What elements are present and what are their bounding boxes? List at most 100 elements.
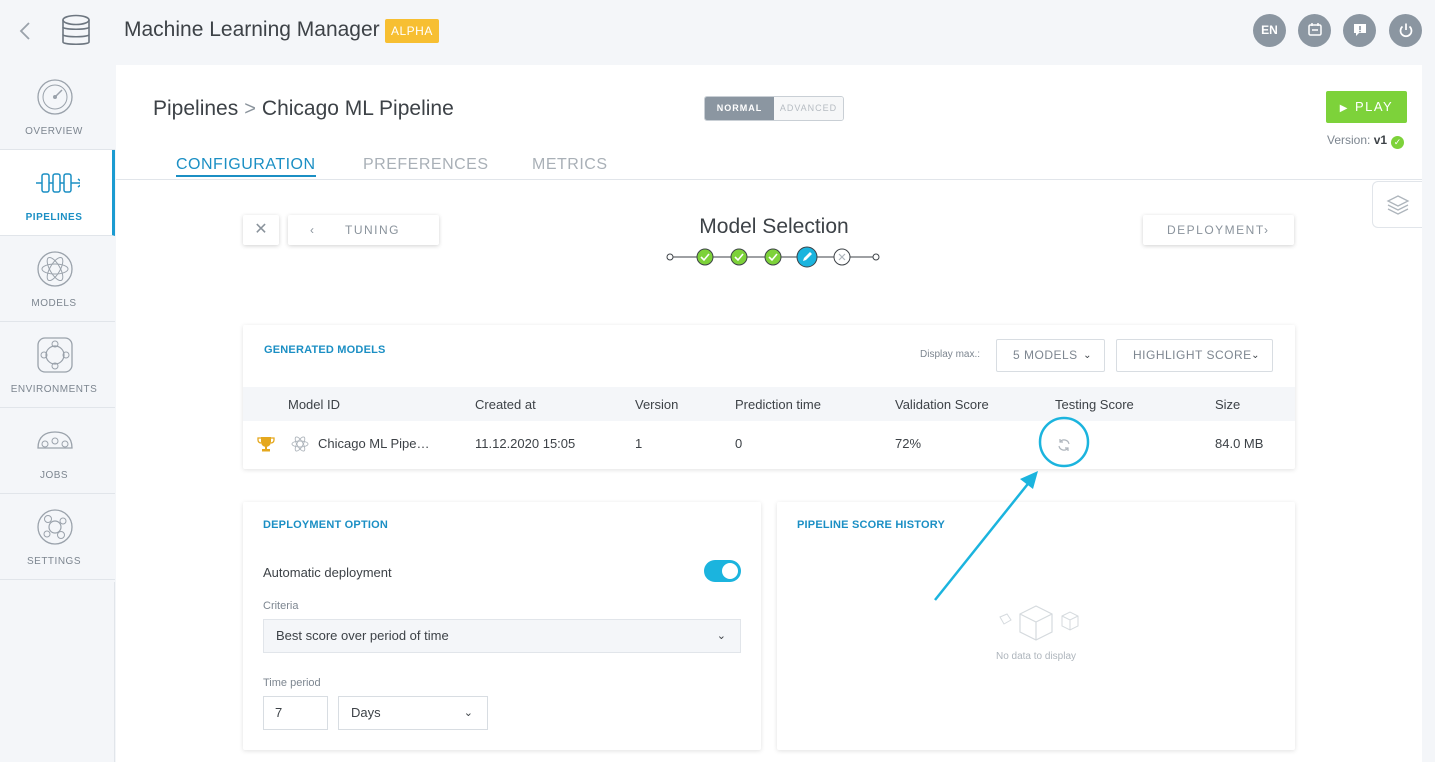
version-value: v1: [1373, 133, 1388, 147]
back-chevron-icon[interactable]: [18, 20, 38, 42]
main-panel: Pipelines > Chicago ML Pipeline NORMAL ADV…: [116, 65, 1422, 762]
column-header[interactable]: Version: [635, 397, 678, 412]
close-wizard-button[interactable]: ✕: [243, 215, 279, 245]
tab-metrics[interactable]: METRICS: [532, 156, 608, 174]
chevron-down-icon: ⌄: [1083, 350, 1092, 361]
tab-preferences[interactable]: PREFERENCES: [363, 156, 489, 174]
card-title: GENERATED MODELS: [264, 344, 386, 356]
column-header[interactable]: Model ID: [288, 397, 340, 412]
table-row[interactable]: Chicago ML Pipe… 11.12.2020 15:05 1 0 72…: [243, 421, 1295, 469]
criteria-value: Best score over period of time: [276, 628, 449, 643]
next-step-button[interactable]: DEPLOYMENT ›: [1143, 215, 1294, 245]
next-step-label: DEPLOYMENT: [1167, 223, 1265, 237]
chevron-down-icon: ⌄: [716, 630, 726, 642]
column-header[interactable]: Created at: [475, 397, 536, 412]
chat-alert-icon: [1353, 24, 1366, 36]
chevron-down-icon: ⌄: [463, 707, 473, 719]
mode-advanced-button[interactable]: ADVANCED: [774, 97, 843, 120]
play-label: PLAY: [1354, 99, 1394, 114]
breadcrumb-separator-icon: >: [244, 98, 256, 120]
play-button[interactable]: ▶ PLAY: [1326, 91, 1407, 123]
top-bar: Machine Learning Manager ALPHA EN: [0, 0, 1435, 64]
column-header[interactable]: Validation Score: [895, 397, 989, 412]
sidebar-item-label: PIPELINES: [25, 212, 83, 223]
time-period-input[interactable]: 7: [263, 696, 328, 730]
prediction-time: 0: [735, 436, 743, 451]
apps-button[interactable]: [1298, 14, 1331, 47]
previous-step-button[interactable]: ‹ TUNING: [288, 215, 439, 245]
sidebar-item-label: OVERVIEW: [25, 126, 83, 137]
sidebar-item-label: ENVIRONMENTS: [10, 384, 98, 395]
sidebar-item-pipelines[interactable]: PIPELINES: [0, 150, 115, 236]
sidebar-item-label: JOBS: [39, 470, 69, 481]
validation-score: 72%: [895, 436, 922, 451]
feedback-button[interactable]: [1343, 14, 1376, 47]
environments-icon: [37, 337, 73, 373]
play-icon: ▶: [1339, 103, 1349, 114]
jobs-icon: [37, 431, 73, 449]
sidebar-item-label: MODELS: [31, 298, 77, 309]
time-unit-value: Days: [351, 705, 381, 720]
sidebar-item-overview[interactable]: OVERVIEW: [0, 64, 115, 150]
sidebar: OVERVIEW PIPELINES MODELS ENVIRONMENTS J…: [0, 64, 115, 582]
card-title: DEPLOYMENT OPTION: [263, 519, 389, 531]
card-title: PIPELINE SCORE HISTORY: [797, 519, 946, 531]
mode-toggle: NORMAL ADVANCED: [704, 96, 844, 121]
breadcrumb: Pipelines > Chicago ML Pipeline: [153, 97, 454, 121]
column-header[interactable]: Prediction time: [735, 397, 821, 412]
step-done-1: [696, 248, 714, 266]
check-icon: ✓: [1391, 136, 1405, 149]
close-icon: ✕: [254, 221, 268, 238]
breadcrumb-root[interactable]: Pipelines: [153, 97, 238, 120]
time-unit-select[interactable]: Days ⌄: [338, 696, 488, 730]
sidebar-item-models[interactable]: MODELS: [0, 236, 115, 322]
trophy-icon: [257, 437, 275, 452]
app-title: Machine Learning Manager: [124, 18, 380, 41]
step-todo: [833, 248, 851, 266]
display-max-label: Display max.:: [920, 349, 981, 360]
power-icon: [1399, 23, 1412, 38]
criteria-label: Criteria: [263, 600, 299, 612]
model-size: 84.0 MB: [1215, 436, 1264, 451]
tab-bar: CONFIGURATION PREFERENCES METRICS: [116, 155, 1422, 180]
breadcrumb-current: Chicago ML Pipeline: [261, 97, 454, 120]
mode-normal-button[interactable]: NORMAL: [705, 97, 774, 120]
time-period-label: Time period: [263, 677, 321, 689]
criteria-select[interactable]: Best score over period of time ⌄: [263, 619, 741, 653]
overview-gauge-icon: [37, 79, 73, 115]
chevron-right-icon: ›: [1264, 223, 1270, 237]
display-max-select[interactable]: 5 MODELS ⌄: [996, 339, 1105, 372]
sidebar-item-label: SETTINGS: [26, 556, 81, 567]
model-id[interactable]: Chicago ML Pipe…: [318, 436, 430, 451]
chevron-down-icon: ⌄: [1251, 350, 1260, 361]
step-done-3: [764, 248, 782, 266]
language-button[interactable]: EN: [1253, 14, 1286, 47]
alpha-badge: ALPHA: [385, 19, 439, 43]
models-icon: [37, 251, 73, 287]
logout-button[interactable]: [1389, 14, 1422, 47]
tab-configuration[interactable]: CONFIGURATION: [176, 156, 316, 177]
automatic-deployment-toggle[interactable]: [704, 560, 741, 582]
calendar-icon: [1307, 23, 1322, 36]
column-header[interactable]: Testing Score: [1055, 397, 1134, 412]
sidebar-item-settings[interactable]: SETTINGS: [0, 494, 115, 580]
step-progress: [666, 246, 880, 268]
sidebar-filler: [0, 582, 115, 762]
version-info: Version: v1 ✓: [1327, 133, 1405, 149]
sidebar-item-environments[interactable]: ENVIRONMENTS: [0, 322, 115, 408]
highlight-score-label: HIGHLIGHT SCORE: [1133, 348, 1252, 362]
layers-panel-button[interactable]: [1372, 181, 1422, 228]
step-title: Model Selection: [699, 215, 849, 238]
created-at: 11.12.2020 15:05: [475, 436, 576, 451]
highlight-score-select[interactable]: HIGHLIGHT SCORE ⌄: [1116, 339, 1273, 372]
model-atom-icon: [291, 436, 309, 452]
table-header: Model ID Created at Version Prediction t…: [243, 387, 1295, 421]
pipelines-icon: [36, 173, 80, 193]
database-icon: [60, 14, 92, 48]
version: 1: [635, 436, 643, 451]
previous-step-label: TUNING: [345, 223, 400, 237]
score-history-card: PIPELINE SCORE HISTORY No data to displa…: [777, 502, 1295, 750]
sidebar-item-jobs[interactable]: JOBS: [0, 408, 115, 494]
empty-boxes-icon: [999, 605, 1079, 641]
column-header[interactable]: Size: [1215, 397, 1240, 412]
